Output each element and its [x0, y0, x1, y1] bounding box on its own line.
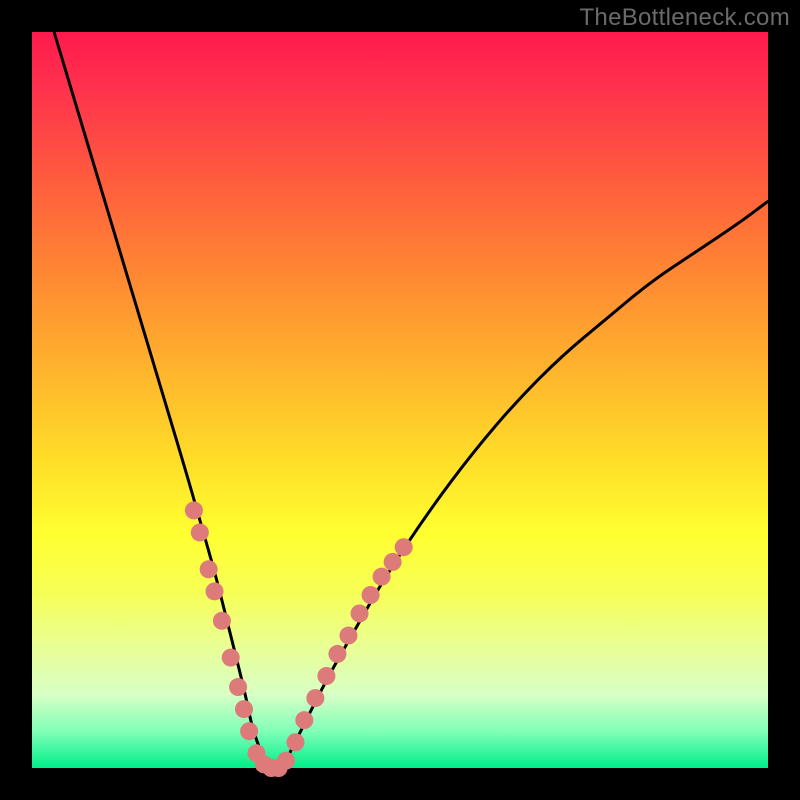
curve-marker [362, 586, 380, 604]
chart-frame: TheBottleneck.com [0, 0, 800, 800]
curve-marker [191, 523, 209, 541]
curve-marker [328, 645, 346, 663]
curve-marker [213, 612, 231, 630]
curve-marker [339, 627, 357, 645]
curve-marker [277, 752, 295, 770]
curve-marker [235, 700, 253, 718]
curve-marker [206, 582, 224, 600]
plot-area [32, 32, 768, 768]
curve-marker [286, 733, 304, 751]
curve-marker [351, 604, 369, 622]
curve-marker [200, 560, 218, 578]
curve-marker [395, 538, 413, 556]
curve-marker [317, 667, 335, 685]
watermark-label: TheBottleneck.com [579, 4, 790, 32]
curve-marker [240, 722, 258, 740]
curve-markers [185, 501, 413, 777]
bottleneck-curve-svg [32, 32, 768, 768]
curve-marker [295, 711, 313, 729]
curve-marker [229, 678, 247, 696]
curve-marker [306, 689, 324, 707]
curve-marker [384, 553, 402, 571]
curve-marker [185, 501, 203, 519]
bottleneck-curve [54, 32, 768, 768]
curve-marker [373, 568, 391, 586]
curve-marker [222, 649, 240, 667]
